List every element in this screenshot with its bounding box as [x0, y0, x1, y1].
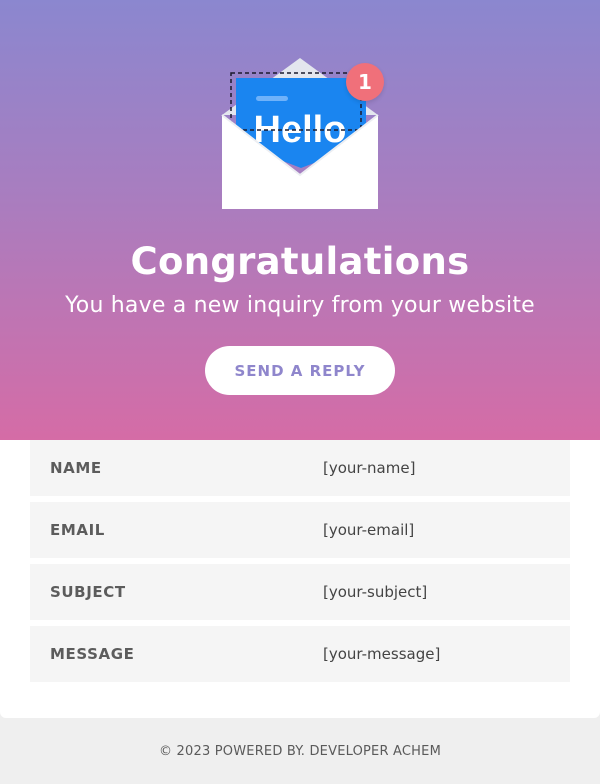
- field-label: EMAIL: [50, 521, 105, 539]
- table-row-subject: SUBJECT [your-subject]: [30, 564, 570, 620]
- table-row-message: MESSAGE [your-message]: [30, 626, 570, 682]
- table-row-email: EMAIL [your-email]: [30, 502, 570, 558]
- notification-badge: 1: [346, 63, 384, 101]
- page-subtitle: You have a new inquiry from your website: [65, 293, 535, 318]
- send-reply-button[interactable]: SEND A REPLY: [205, 346, 395, 395]
- footer-copyright: © 2023 POWERED BY. DEVELOPER ACHEM: [159, 744, 441, 759]
- field-label: NAME: [50, 459, 102, 477]
- field-value: [your-subject]: [323, 583, 428, 601]
- field-label: MESSAGE: [50, 645, 135, 663]
- field-value: [your-email]: [323, 521, 415, 539]
- field-label: SUBJECT: [50, 583, 126, 601]
- field-value: [your-name]: [323, 459, 416, 477]
- table-row-name: NAME [your-name]: [30, 440, 570, 496]
- hero-banner: Hello 1 Congratulations You have a new i…: [0, 0, 600, 440]
- email-card: Hello 1 Congratulations You have a new i…: [0, 0, 600, 718]
- page-title: Congratulations: [130, 240, 470, 283]
- field-value: [your-message]: [323, 645, 441, 663]
